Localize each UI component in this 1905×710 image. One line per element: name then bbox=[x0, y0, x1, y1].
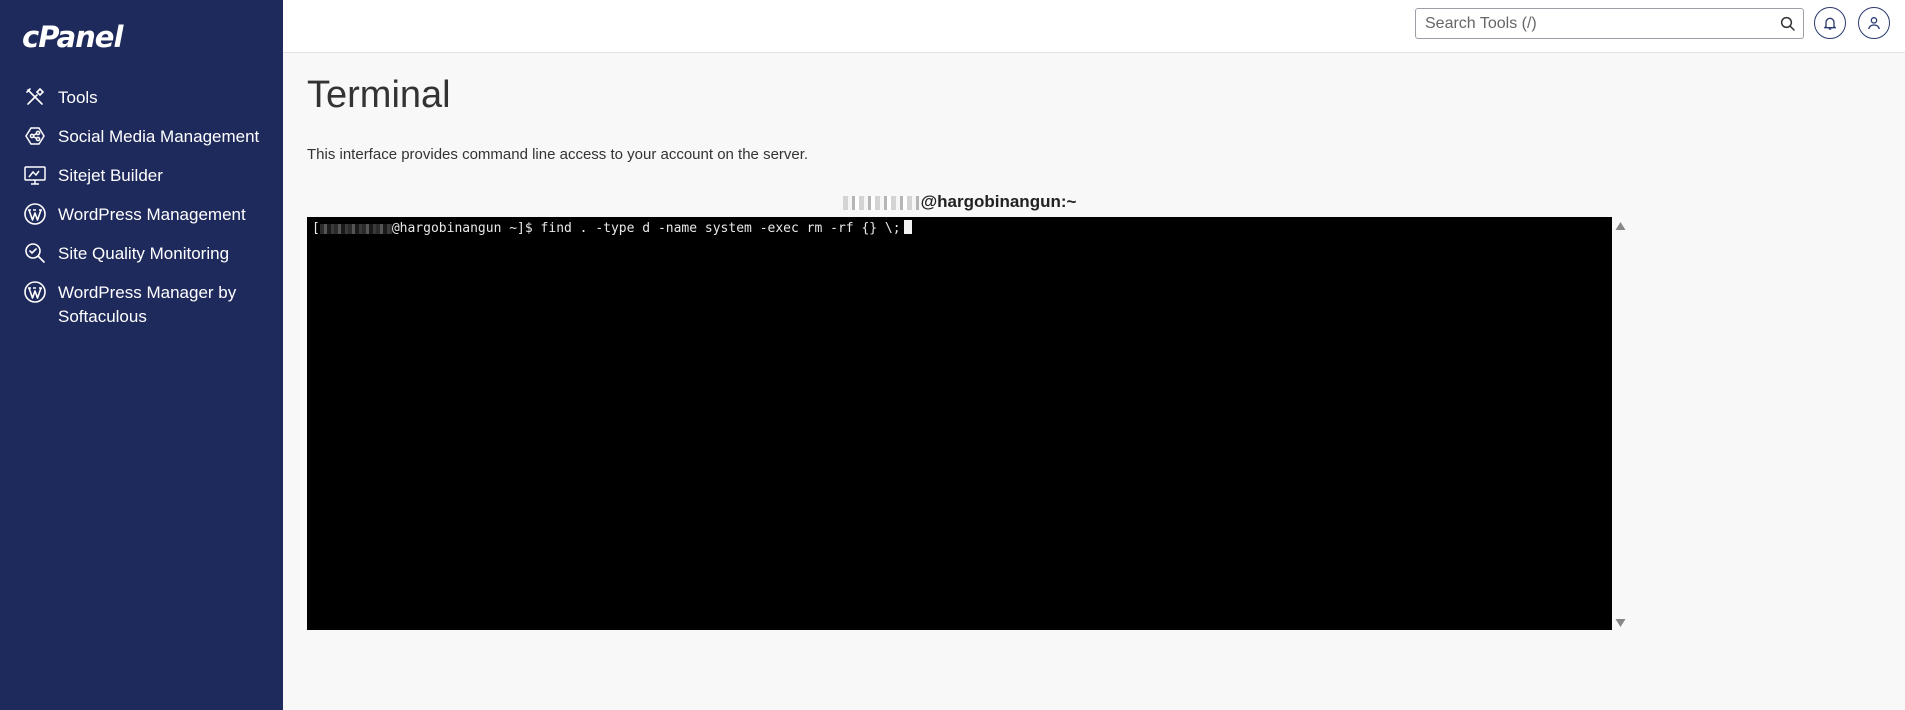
sidebar-item-tools[interactable]: Tools bbox=[0, 86, 283, 110]
command-text: find . -type d -name system -exec rm -rf… bbox=[532, 221, 901, 236]
site-quality-icon bbox=[22, 241, 48, 265]
scroll-up-arrow-icon[interactable] bbox=[1615, 222, 1626, 230]
sidebar-item-social-media-management[interactable]: Social Media Management bbox=[0, 125, 283, 149]
redacted-username bbox=[319, 223, 392, 234]
sidebar-item-label: Tools bbox=[58, 88, 98, 107]
bell-icon bbox=[1824, 17, 1836, 30]
sidebar-item-label: WordPress Management bbox=[58, 205, 246, 224]
search-input[interactable] bbox=[1416, 9, 1756, 38]
user-icon bbox=[1868, 17, 1880, 30]
scroll-down-arrow-icon[interactable] bbox=[1615, 619, 1626, 627]
cpanel-logo[interactable]: cPanel bbox=[22, 20, 123, 54]
terminal-command-line: [ @hargobinangun ~]$ find . -type d -name… bbox=[312, 220, 1607, 237]
prompt-host: @hargobinangun ~]$ bbox=[391, 221, 533, 236]
notifications-button[interactable] bbox=[1814, 7, 1846, 39]
sidebar-item-label: Sitejet Builder bbox=[58, 166, 163, 185]
wordpress-icon bbox=[22, 280, 48, 304]
sidebar-nav: Tools Social Media Management Sitejet Bu… bbox=[0, 86, 283, 344]
terminal-cursor bbox=[903, 220, 912, 234]
tools-icon bbox=[22, 85, 48, 109]
sitejet-icon bbox=[22, 163, 48, 187]
search-box bbox=[1415, 8, 1804, 39]
sidebar-item-label: Site Quality Monitoring bbox=[58, 244, 230, 263]
sidebar-item-label: Social Media Management bbox=[58, 127, 260, 146]
sidebar-item-wordpress-manager-softaculous[interactable]: WordPress Manager by Softaculous bbox=[0, 281, 283, 329]
terminal-title: @hargobinangun:~ bbox=[307, 192, 1612, 212]
sidebar-item-sitejet-builder[interactable]: Sitejet Builder bbox=[0, 164, 283, 188]
terminal-title-host: @hargobinangun:~ bbox=[920, 192, 1077, 211]
sidebar-item-wordpress-management[interactable]: WordPress Management bbox=[0, 203, 283, 227]
redacted-username bbox=[842, 195, 919, 210]
social-media-icon bbox=[22, 124, 48, 148]
page-description: This interface provides command line acc… bbox=[307, 146, 809, 163]
user-menu-button[interactable] bbox=[1858, 7, 1890, 39]
top-bar bbox=[283, 0, 1905, 53]
page-title: Terminal bbox=[307, 74, 451, 116]
wordpress-icon bbox=[22, 202, 48, 226]
sidebar-item-site-quality-monitoring[interactable]: Site Quality Monitoring bbox=[0, 242, 283, 266]
sidebar: cPanel Tools Social Media Management Sit… bbox=[0, 0, 283, 710]
search-icon[interactable] bbox=[1779, 15, 1797, 33]
prompt-bracket: [ bbox=[312, 221, 320, 236]
terminal-window[interactable]: [ @hargobinangun ~]$ find . -type d -name… bbox=[307, 217, 1612, 630]
sidebar-item-label: WordPress Manager by Softaculous bbox=[58, 283, 237, 326]
